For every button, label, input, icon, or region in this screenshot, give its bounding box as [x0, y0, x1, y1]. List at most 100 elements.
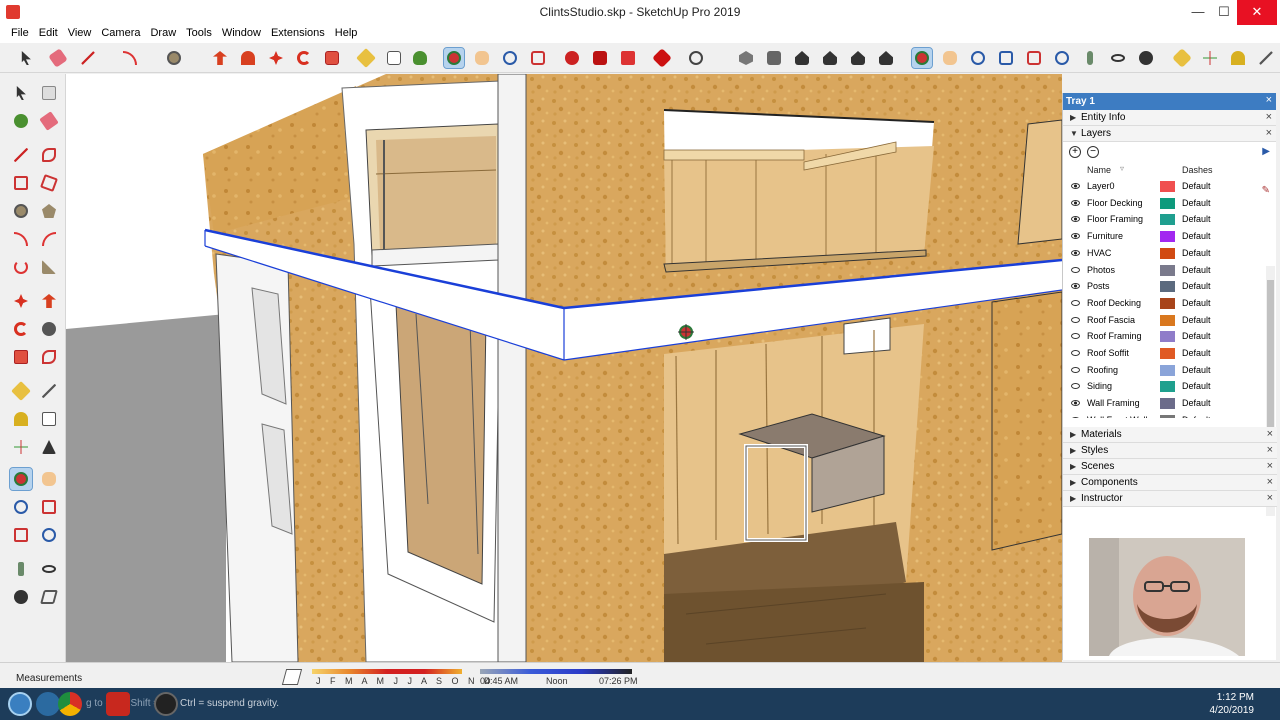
eraser-icon[interactable]	[38, 110, 60, 132]
layer-name[interactable]: Roof Fascia	[1087, 312, 1135, 329]
layer-color-swatch[interactable]	[1160, 364, 1175, 376]
back-view-icon[interactable]	[848, 48, 868, 68]
layer-dashes[interactable]: Default	[1182, 195, 1211, 212]
pan-tool-icon[interactable]	[472, 48, 492, 68]
line-icon[interactable]	[10, 144, 32, 166]
rectangle-icon[interactable]	[10, 172, 32, 194]
tape-measure-tool-icon[interactable]	[356, 48, 376, 68]
follow-me-tool-icon[interactable]	[238, 48, 258, 68]
menu-help[interactable]: Help	[330, 25, 363, 39]
zoom-extents-camera-icon[interactable]	[1024, 48, 1044, 68]
panel-close-icon[interactable]: ×	[1266, 110, 1272, 125]
obs-icon[interactable]	[154, 692, 178, 716]
layer-color-swatch[interactable]	[1160, 314, 1175, 326]
system-clock[interactable]: 1:12 PM 4/20/2019	[1210, 691, 1255, 717]
layer-name[interactable]: Layer0	[1087, 178, 1115, 195]
zoom-extents-tool-icon[interactable]	[528, 48, 548, 68]
internet-explorer-icon[interactable]	[36, 692, 60, 716]
layer-name[interactable]: Wall Framing	[1087, 395, 1140, 412]
menu-extensions[interactable]: Extensions	[266, 25, 330, 39]
layer-name[interactable]: Floor Decking	[1087, 195, 1143, 212]
text-tool-icon[interactable]	[384, 48, 404, 68]
layer-name[interactable]: Roof Soffit	[1087, 345, 1129, 362]
visibility-eye-icon[interactable]	[1071, 316, 1080, 323]
layer-row[interactable]: Roof Framing Default	[1063, 328, 1268, 345]
layer-row[interactable]: Posts Default	[1063, 278, 1268, 295]
user-account-icon[interactable]	[686, 48, 706, 68]
visibility-eye-icon[interactable]	[1071, 333, 1080, 340]
visibility-eye-icon[interactable]	[1071, 350, 1080, 356]
model-viewport[interactable]	[66, 74, 1062, 662]
panel-scenes[interactable]: ▶ Scenes ×	[1063, 459, 1277, 475]
panel-close-icon[interactable]: ×	[1267, 427, 1273, 442]
layer-dashes[interactable]: Default	[1182, 295, 1211, 312]
delete-layer-button[interactable]: −	[1087, 146, 1099, 158]
layer-name[interactable]: Roofing	[1087, 362, 1118, 379]
layer-color-swatch[interactable]	[1160, 231, 1175, 243]
visibility-eye-icon[interactable]	[1071, 249, 1080, 256]
panel-close-icon[interactable]: ×	[1267, 443, 1273, 458]
layer-row[interactable]: Floor Decking Default	[1063, 195, 1268, 212]
orbit-icon[interactable]	[9, 467, 33, 491]
visibility-eye-icon[interactable]	[1071, 233, 1080, 240]
rotate-tool-icon[interactable]	[294, 48, 314, 68]
layer-dashes[interactable]: Default	[1182, 328, 1211, 345]
sketchup-taskbar-icon[interactable]	[106, 692, 130, 716]
layer-row[interactable]: Floor Framing Default	[1063, 211, 1268, 228]
scale-tool-icon[interactable]	[322, 48, 342, 68]
zoom-tool-icon[interactable]	[500, 48, 520, 68]
panel-instructor[interactable]: ▶ Instructor ×	[1063, 491, 1277, 507]
visibility-eye-icon[interactable]	[1071, 383, 1080, 390]
paint-bucket-tool-icon[interactable]	[410, 48, 430, 68]
panel-layers[interactable]: ▼ Layers ×	[1063, 126, 1276, 142]
visibility-eye-icon[interactable]	[1071, 400, 1080, 407]
move-tool-icon[interactable]	[266, 48, 286, 68]
layer-name[interactable]: Wall Front Wall	[1087, 412, 1147, 418]
layer-row[interactable]: Wall Front Wall Default	[1063, 412, 1268, 418]
panel-entity-info[interactable]: ▶ Entity Info ×	[1063, 110, 1276, 126]
dimension-tool-icon[interactable]	[1256, 48, 1276, 68]
layer-color-swatch[interactable]	[1160, 247, 1175, 259]
position-camera-left-icon[interactable]	[10, 558, 32, 580]
layer-dashes[interactable]: Default	[1182, 412, 1211, 418]
section-plane-icon[interactable]	[38, 586, 60, 608]
tape-measure-icon[interactable]	[10, 380, 32, 402]
details-arrow-icon[interactable]: ▶	[1262, 146, 1270, 157]
3d-text-icon[interactable]	[38, 436, 60, 458]
zoom-icon[interactable]	[10, 496, 32, 518]
arc-icon[interactable]	[10, 228, 32, 250]
panel-close-icon[interactable]: ×	[1267, 491, 1273, 506]
visibility-eye-icon[interactable]	[1071, 266, 1080, 273]
move-icon[interactable]	[10, 290, 32, 312]
select-tool-icon[interactable]	[16, 48, 36, 68]
layer-name[interactable]: Roof Decking	[1087, 295, 1141, 312]
zoom-window-left-icon[interactable]	[38, 496, 60, 518]
orbit-tool-icon[interactable]	[443, 47, 465, 69]
right-view-icon[interactable]	[820, 48, 840, 68]
select-icon[interactable]	[10, 82, 32, 104]
arc-tool-icon[interactable]	[120, 48, 140, 68]
layer-name[interactable]: Furniture	[1087, 228, 1123, 245]
look-around-left-icon[interactable]	[38, 558, 60, 580]
layer-color-swatch[interactable]	[1160, 197, 1175, 209]
ruby-console-icon[interactable]	[652, 48, 672, 68]
visibility-eye-icon[interactable]	[1071, 416, 1080, 418]
scale-icon[interactable]	[10, 346, 32, 368]
visibility-eye-icon[interactable]	[1071, 183, 1080, 189]
follow-me-icon[interactable]	[38, 318, 60, 340]
front-view-icon[interactable]	[792, 48, 812, 68]
walk-icon[interactable]	[1136, 48, 1156, 68]
layer-dashes[interactable]: Default	[1182, 378, 1211, 395]
menu-edit[interactable]: Edit	[34, 25, 63, 39]
layer-row[interactable]: Roof Fascia Default	[1063, 312, 1268, 329]
layer-dashes[interactable]: Default	[1182, 245, 1211, 262]
layer-color-swatch[interactable]	[1160, 348, 1175, 359]
tray-close-icon[interactable]: ×	[1266, 94, 1272, 106]
visibility-eye-icon[interactable]	[1071, 299, 1080, 306]
layer-color-swatch[interactable]	[1160, 214, 1175, 226]
month-slider[interactable]	[312, 669, 462, 674]
layer-color-swatch[interactable]	[1160, 281, 1175, 293]
layer-dashes[interactable]: Default	[1182, 362, 1211, 379]
pie-icon[interactable]	[38, 256, 60, 278]
visibility-eye-icon[interactable]	[1071, 283, 1080, 290]
